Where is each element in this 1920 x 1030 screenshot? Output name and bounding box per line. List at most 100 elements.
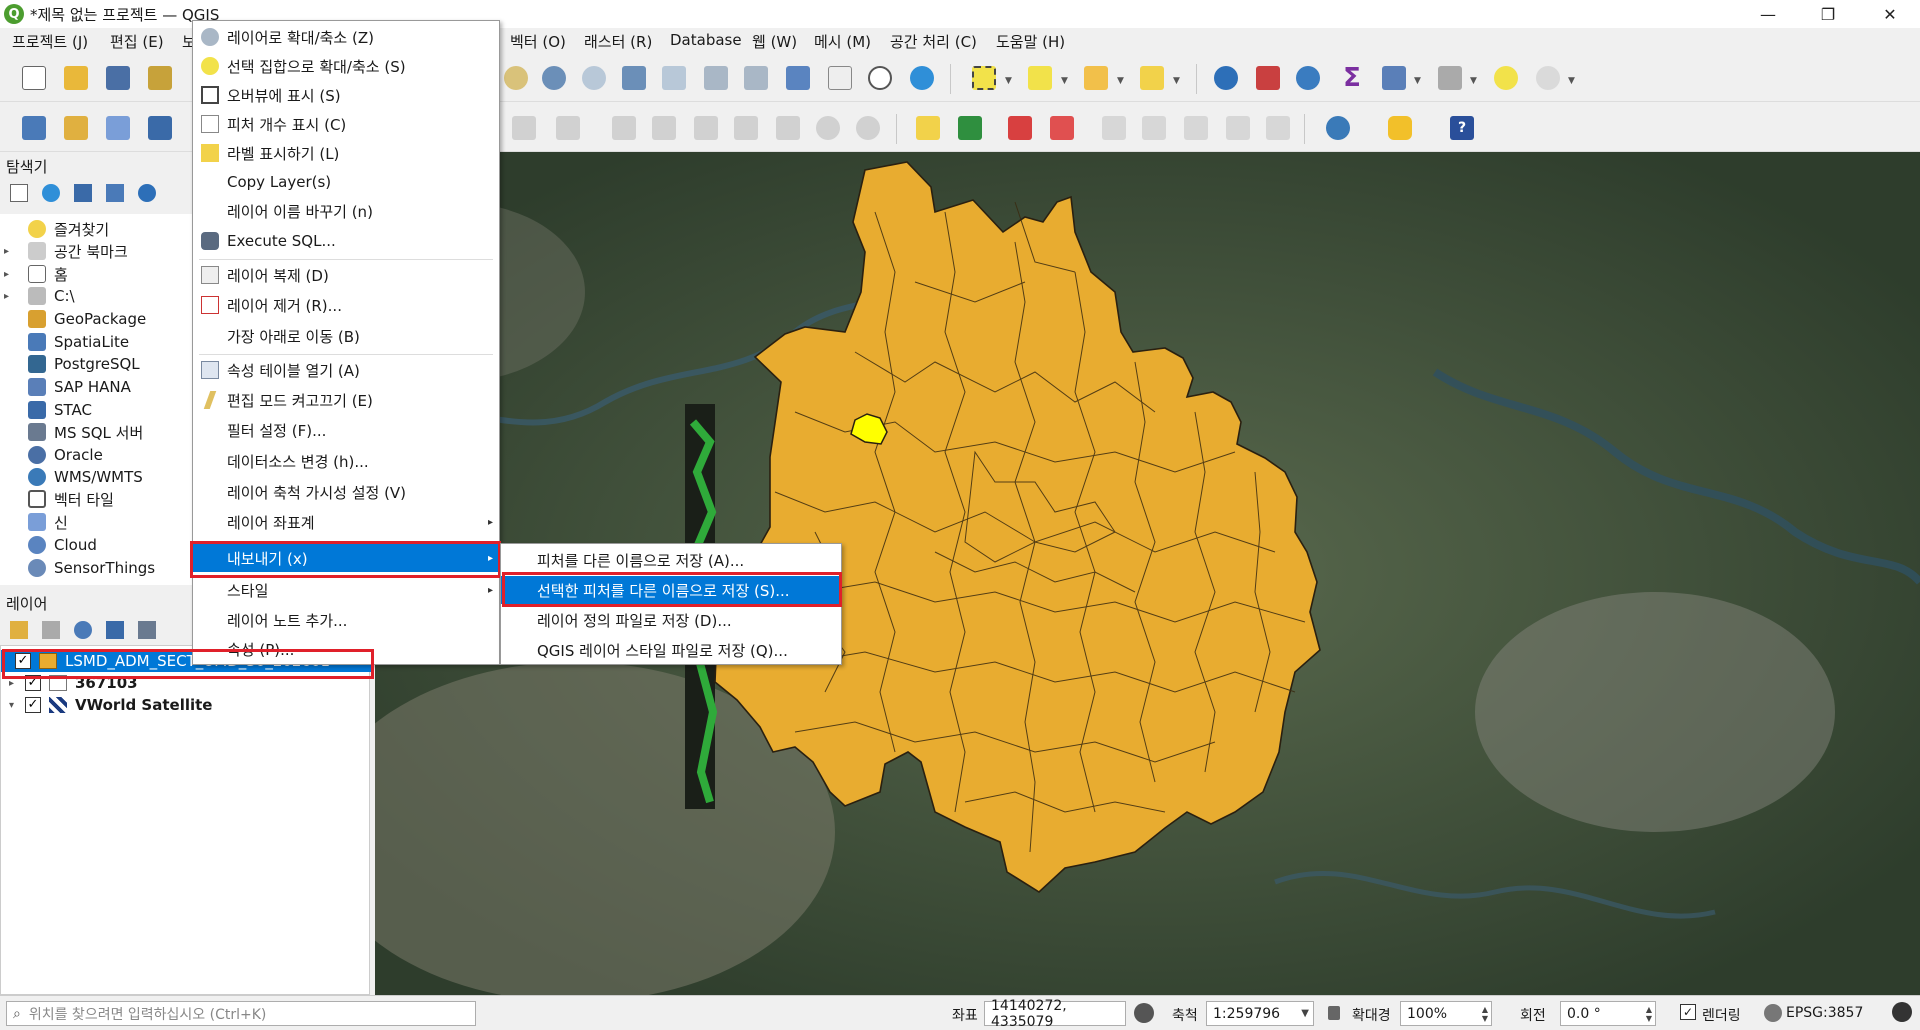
spin-arrows-icon[interactable]: ▲ ▼: [1482, 1005, 1488, 1023]
menu-add-layer-notes[interactable]: 레이어 노트 추가...: [193, 606, 499, 634]
save-as-icon[interactable]: [144, 62, 176, 94]
refresh-icon[interactable]: [906, 62, 938, 94]
save-edits-icon[interactable]: [608, 112, 640, 144]
magnifier-field[interactable]: 100% ▲ ▼: [1400, 1001, 1492, 1026]
minimize-button[interactable]: —: [1740, 0, 1796, 28]
maximize-button[interactable]: ❐: [1800, 0, 1856, 28]
zoom-last-icon[interactable]: [740, 62, 772, 94]
open-project-icon[interactable]: [60, 62, 92, 94]
zoom-full-icon[interactable]: [618, 62, 650, 94]
style-manager-icon[interactable]: [10, 621, 28, 639]
menu-show-feature-count[interactable]: 피처 개수 표시 (C): [193, 110, 499, 138]
menu-rename-layer[interactable]: 레이어 이름 바꾸기 (n): [193, 197, 499, 225]
paste-icon[interactable]: [772, 112, 804, 144]
menu-edit[interactable]: 편집 (E): [110, 31, 164, 52]
layer-visibility-checkbox[interactable]: ✓: [15, 653, 31, 669]
deselect-icon[interactable]: [1080, 62, 1112, 94]
layer-row-367103[interactable]: ▸ ✓ 367103: [1, 672, 371, 694]
layer-visibility-checkbox[interactable]: ✓: [25, 675, 41, 691]
menu-open-attribute-table[interactable]: 속성 테이블 열기 (A): [193, 356, 499, 384]
statistics-sigma-icon[interactable]: Σ: [1336, 62, 1368, 94]
attribute-table-icon[interactable]: [1252, 62, 1284, 94]
menu-mesh[interactable]: 메시 (M): [814, 31, 871, 52]
menu-move-to-bottom[interactable]: 가장 아래로 이동 (B): [193, 322, 499, 350]
menu-remove-layer[interactable]: 레이어 제거 (R)...: [193, 291, 499, 319]
refresh-icon[interactable]: [42, 184, 60, 202]
expand-arrow-icon[interactable]: ▸: [9, 678, 23, 689]
locate-icon[interactable]: [1532, 62, 1564, 94]
label-properties-icon[interactable]: [1262, 112, 1294, 144]
menu-styles[interactable]: 스타일 ▸: [193, 576, 499, 604]
menu-zoom-to-layer[interactable]: 레이어로 확대/축소 (Z): [193, 23, 499, 51]
add-selected-icon[interactable]: [10, 184, 28, 202]
submenu-save-qgis-style[interactable]: QGIS 레이어 스타일 파일로 저장 (Q)...: [501, 636, 841, 664]
menu-filter[interactable]: 필터 설정 (F)...: [193, 416, 499, 444]
filter-icon[interactable]: [74, 184, 92, 202]
menu-layer-crs[interactable]: 레이어 좌표계 ▸: [193, 508, 499, 536]
add-vector-icon[interactable]: [60, 112, 92, 144]
zoom-native-icon[interactable]: [578, 62, 610, 94]
close-button[interactable]: ✕: [1862, 0, 1918, 28]
add-feature-icon[interactable]: [508, 112, 540, 144]
collapse-all-icon[interactable]: [106, 184, 124, 202]
menu-show-labels[interactable]: 라벨 표시하기 (L): [193, 139, 499, 167]
menu-database[interactable]: Database: [670, 31, 742, 49]
select-features-icon[interactable]: [968, 62, 1000, 94]
select-by-value-icon[interactable]: [1024, 62, 1056, 94]
toggle-extents-icon[interactable]: [1134, 1003, 1154, 1023]
rotate-label-icon[interactable]: [1138, 112, 1170, 144]
show-hide-label-icon[interactable]: [1222, 112, 1254, 144]
delete-feature-icon[interactable]: [648, 112, 680, 144]
scale-field[interactable]: 1:259796 ▼: [1206, 1001, 1314, 1026]
render-checkbox[interactable]: ✓: [1680, 1004, 1696, 1020]
chevron-down-icon[interactable]: ▼: [1301, 1008, 1309, 1019]
digitize-icon[interactable]: [102, 112, 134, 144]
layer-visibility-checkbox[interactable]: ✓: [25, 697, 41, 713]
menu-web[interactable]: 웹 (W): [752, 31, 797, 52]
spin-arrows-icon[interactable]: ▲ ▼: [1646, 1005, 1652, 1023]
menu-toggle-editing[interactable]: 편집 모드 켜고끄기 (E): [193, 386, 499, 414]
menu-duplicate-layer[interactable]: 레이어 복제 (D): [193, 261, 499, 289]
cut-icon[interactable]: [690, 112, 722, 144]
undo-icon[interactable]: [812, 112, 844, 144]
submenu-save-features-as[interactable]: 피처를 다른 이름으로 저장 (A)...: [501, 546, 841, 574]
measure-icon[interactable]: [1434, 62, 1466, 94]
change-label-icon[interactable]: [1180, 112, 1212, 144]
python-console-icon[interactable]: [1384, 112, 1416, 144]
identify-icon[interactable]: [1210, 62, 1242, 94]
copy-icon[interactable]: [730, 112, 762, 144]
menu-raster[interactable]: 래스터 (R): [584, 31, 652, 52]
new-shapefile-icon[interactable]: [144, 112, 176, 144]
filter-expression-icon[interactable]: [138, 621, 156, 639]
vertex-tool-icon[interactable]: [552, 112, 584, 144]
menu-zoom-to-selection[interactable]: 선택 집합으로 확대/축소 (S): [193, 52, 499, 80]
help-icon[interactable]: ?: [1446, 112, 1478, 144]
highlight-label-icon[interactable]: [1046, 112, 1078, 144]
menu-processing[interactable]: 공간 처리 (C): [890, 31, 977, 52]
menu-copy-layers[interactable]: Copy Layer(s): [193, 168, 499, 196]
visibility-eye-icon[interactable]: [74, 621, 92, 639]
crs-globe-icon[interactable]: [1764, 1004, 1782, 1022]
label-toolbar-icon[interactable]: [912, 112, 944, 144]
map-tips-icon[interactable]: [1490, 62, 1522, 94]
info-icon[interactable]: [138, 184, 156, 202]
rotation-field[interactable]: 0.0 ° ▲ ▼: [1560, 1001, 1656, 1026]
new-project-icon[interactable]: [18, 62, 50, 94]
menu-properties[interactable]: 속성 (P)...: [193, 635, 499, 663]
menu-help[interactable]: 도움말 (H): [996, 31, 1065, 52]
submenu-save-selected-features-as[interactable]: 선택한 피처를 다른 이름으로 저장 (S)...: [501, 576, 841, 604]
crs-button[interactable]: EPSG:3857: [1786, 1005, 1863, 1021]
menu-export[interactable]: 내보내기 (x) ▸: [193, 544, 499, 572]
submenu-save-layer-definition[interactable]: 레이어 정의 파일로 저장 (D)...: [501, 606, 841, 634]
processing-toolbox-icon[interactable]: [1292, 62, 1324, 94]
menu-vector[interactable]: 벡터 (O): [510, 31, 566, 52]
temporal-controller-icon[interactable]: [864, 62, 896, 94]
zoom-selection-icon[interactable]: [658, 62, 690, 94]
lock-scale-icon[interactable]: [1328, 1006, 1340, 1020]
menu-change-datasource[interactable]: 데이터소스 변경 (h)...: [193, 447, 499, 475]
add-group-icon[interactable]: [42, 621, 60, 639]
open-field-calculator-icon[interactable]: [1378, 62, 1410, 94]
layer-row-vworld[interactable]: ▾ ✓ VWorld Satellite: [1, 694, 371, 716]
coordinate-field[interactable]: 14140272, 4335079: [984, 998, 1126, 1030]
collapse-arrow-icon[interactable]: ▾: [9, 700, 23, 711]
